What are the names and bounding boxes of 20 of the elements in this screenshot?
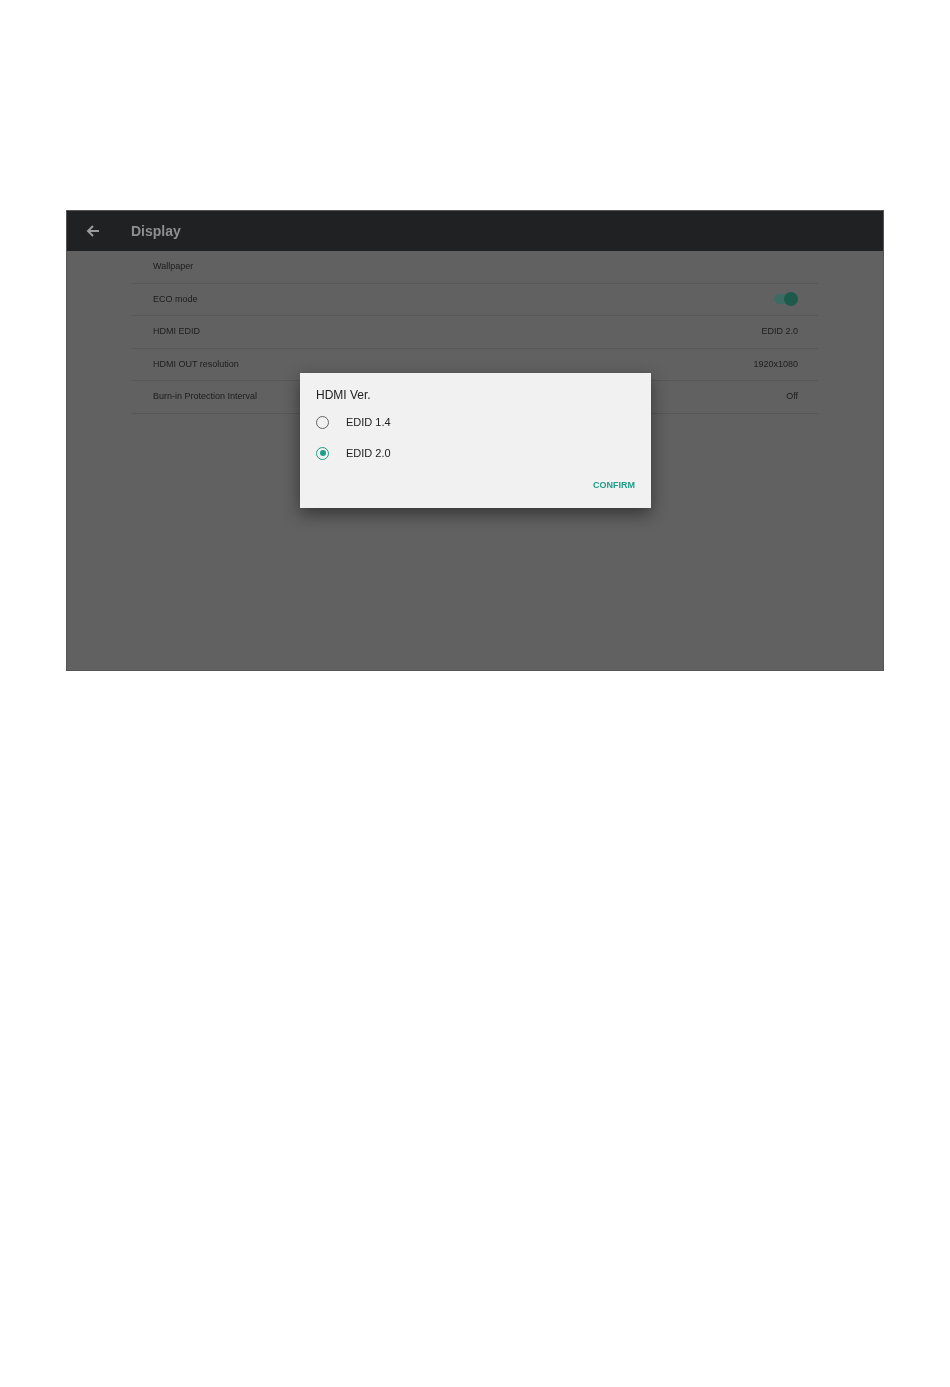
radio-option[interactable]: EDID 1.4 [316,413,635,431]
settings-row[interactable]: HDMI EDID EDID 2.0 [132,316,818,349]
setting-label: Wallpaper [153,260,194,273]
setting-label: ECO mode [153,292,198,306]
toggle-switch[interactable] [774,294,796,305]
setting-value: 1920x1080 [753,357,798,371]
option-label: EDID 1.4 [346,414,391,430]
dialog-title: HDMI Ver. [316,387,372,404]
settings-row[interactable]: ECO mode [132,283,818,316]
setting-label: Burn-in Protection Interval [153,390,258,403]
settings-row[interactable]: Wallpaper [132,251,818,284]
confirm-button[interactable]: CONFIRM [593,479,635,493]
radio-option[interactable]: EDID 2.0 [316,444,635,462]
back-arrow-icon[interactable] [85,223,101,239]
setting-value: Off [786,390,798,403]
setting-label: HDMI OUT resolution [153,357,239,371]
option-label: EDID 2.0 [346,445,391,461]
setting-label: HDMI EDID [153,325,200,338]
setting-value: EDID 2.0 [761,325,798,338]
header-title: Display [131,221,181,241]
